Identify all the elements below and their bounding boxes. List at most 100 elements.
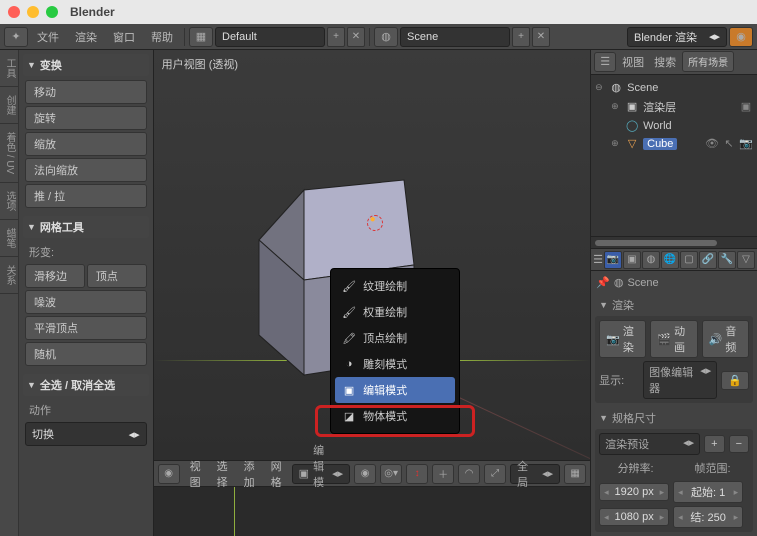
blender-logo-icon[interactable]: ◉: [729, 27, 753, 47]
rotate-button[interactable]: 旋转: [25, 106, 147, 130]
normal-scale-button[interactable]: 法向缩放: [25, 158, 147, 182]
vp-menu-select[interactable]: 选择: [211, 458, 234, 490]
render-button[interactable]: 📷渲染: [599, 320, 646, 358]
layout-dropdown[interactable]: Default: [215, 27, 325, 47]
shading-icon[interactable]: ◉: [354, 464, 376, 484]
mode-dropdown[interactable]: ▣ 编辑模式 ◂▸: [292, 464, 350, 484]
expand-icon[interactable]: ⊖: [595, 82, 605, 93]
push-pull-button[interactable]: 推 / 拉: [25, 184, 147, 208]
tab-create[interactable]: 创建: [0, 87, 19, 124]
tab-modifiers-icon[interactable]: 🔧: [718, 251, 736, 269]
pivot-icon[interactable]: ◎▾: [380, 464, 402, 484]
mode-weight-paint[interactable]: 🖌权重绘制: [335, 299, 455, 325]
restrict-render-icon[interactable]: 📷: [739, 137, 753, 151]
tab-relations[interactable]: 关系: [0, 257, 19, 294]
translate-button[interactable]: 移动: [25, 80, 147, 104]
tab-world-icon[interactable]: 🌐: [661, 251, 679, 269]
menu-render[interactable]: 渲染: [68, 29, 104, 45]
outliner-filter-dropdown[interactable]: 所有场景: [682, 51, 734, 72]
select-action-dropdown[interactable]: 切换◂▸: [25, 422, 147, 446]
panel-select-header[interactable]: ▼ 全选 / 取消全选: [23, 374, 149, 396]
display-dropdown[interactable]: 图像编辑器◂▸: [643, 361, 717, 399]
panel-dimensions-header[interactable]: ▼ 规格尺寸: [595, 407, 753, 429]
minimize-window-icon[interactable]: [27, 6, 39, 18]
manipulator-icon[interactable]: ↕: [406, 464, 428, 484]
mode-object[interactable]: ◪物体模式: [335, 403, 455, 429]
tab-constraints-icon[interactable]: 🔗: [699, 251, 717, 269]
resolution-x-field[interactable]: ◂1920 px▸: [599, 483, 669, 501]
tab-object-icon[interactable]: ▢: [680, 251, 698, 269]
scene-icon[interactable]: ◍: [374, 27, 398, 47]
random-button[interactable]: 随机: [25, 342, 147, 366]
axis-arc-icon[interactable]: ◠: [458, 464, 480, 484]
close-window-icon[interactable]: [8, 6, 20, 18]
animation-button[interactable]: 🎬动画: [650, 320, 697, 358]
editor-type-icon[interactable]: ✦: [4, 27, 28, 47]
tab-grease[interactable]: 蜡笔: [0, 220, 19, 257]
layout-icon[interactable]: ▦: [189, 27, 213, 47]
layout-add-button[interactable]: +: [327, 27, 345, 47]
outliner-editor-icon[interactable]: ☰: [594, 52, 616, 72]
resolution-y-field[interactable]: ◂1080 px▸: [599, 508, 669, 526]
zoom-window-icon[interactable]: [46, 6, 58, 18]
lock-icon[interactable]: 🔒: [721, 371, 749, 390]
pin-icon[interactable]: 📌: [596, 276, 610, 289]
smooth-vertex-button[interactable]: 平滑顶点: [25, 316, 147, 340]
menu-file[interactable]: 文件: [30, 29, 66, 45]
timeline-cursor[interactable]: [234, 487, 235, 536]
mode-edit[interactable]: ▣编辑模式: [335, 377, 455, 403]
render-layer-toggle-icon[interactable]: ▣: [739, 100, 753, 114]
outliner-scrollbar[interactable]: [591, 236, 757, 248]
tree-cube[interactable]: ⊕ ▽ Cube 👁 ↖ 📷: [595, 135, 753, 153]
preset-add-button[interactable]: +: [704, 435, 724, 453]
vp-menu-mesh[interactable]: 网格: [265, 458, 288, 490]
axis-z-icon[interactable]: ⤢: [484, 464, 506, 484]
vp-menu-add[interactable]: 添加: [238, 458, 261, 490]
expand-icon[interactable]: ⊕: [611, 138, 621, 149]
frame-start-field[interactable]: ◂起始: 1▸: [673, 481, 743, 503]
panel-render-header[interactable]: ▼ 渲染: [595, 294, 753, 316]
tab-render-icon[interactable]: 📷: [604, 251, 622, 269]
panel-meshtools-header[interactable]: ▼ 网格工具: [23, 216, 149, 238]
mode-vertex-paint[interactable]: 🖍顶点绘制: [335, 325, 455, 351]
tab-options[interactable]: 选项: [0, 183, 19, 220]
mode-texture-paint[interactable]: 🖌纹理绘制: [335, 273, 455, 299]
engine-dropdown[interactable]: Blender 渲染◂▸: [627, 27, 727, 47]
tab-data-icon[interactable]: ▽: [737, 251, 755, 269]
tab-scene-icon[interactable]: ◍: [642, 251, 660, 269]
menu-window[interactable]: 窗口: [106, 29, 142, 45]
orientation-dropdown[interactable]: 全局◂▸: [510, 464, 560, 484]
props-editor-icon[interactable]: ☰: [593, 253, 603, 266]
layout-remove-button[interactable]: ✕: [347, 27, 365, 47]
mode-sculpt[interactable]: ◑雕刻模式: [335, 351, 455, 377]
frame-end-field[interactable]: ◂结: 250▸: [673, 506, 743, 528]
panel-transform-header[interactable]: ▼ 变换: [23, 54, 149, 76]
outliner-view-menu[interactable]: 视图: [618, 54, 648, 70]
menu-help[interactable]: 帮助: [144, 29, 180, 45]
tree-renderlayers[interactable]: ⊕ ▣ 渲染层 ▣: [595, 97, 753, 117]
noise-button[interactable]: 噪波: [25, 290, 147, 314]
outliner-search-menu[interactable]: 搜索: [650, 54, 680, 70]
render-preset-dropdown[interactable]: 渲染预设◂▸: [599, 433, 700, 455]
vertex-button[interactable]: 顶点: [87, 264, 147, 288]
tab-renderlayers-icon[interactable]: ▣: [623, 251, 641, 269]
vp-menu-view[interactable]: 视图: [184, 458, 207, 490]
scene-remove-button[interactable]: ✕: [532, 27, 550, 47]
3d-viewport[interactable]: 用户视图 (透视) 🖌纹理绘制 🖌权重绘制: [154, 50, 590, 460]
editor-type-viewport-icon[interactable]: ◉: [158, 464, 180, 484]
scale-button[interactable]: 缩放: [25, 132, 147, 156]
restrict-select-icon[interactable]: ↖: [722, 137, 736, 151]
audio-button[interactable]: 🔊音频: [702, 320, 749, 358]
edge-slide-button[interactable]: 滑移边: [25, 264, 85, 288]
timeline-track[interactable]: [154, 487, 590, 536]
preset-remove-button[interactable]: −: [729, 435, 749, 453]
axis-x-icon[interactable]: ＋: [432, 464, 454, 484]
scene-dropdown[interactable]: Scene: [400, 27, 510, 47]
layers-icon[interactable]: ▦: [564, 464, 586, 484]
tree-scene[interactable]: ⊖ ◍ Scene: [595, 79, 753, 97]
tab-tools[interactable]: 工具: [0, 50, 19, 87]
restrict-view-icon[interactable]: 👁: [705, 137, 719, 151]
tab-shading[interactable]: 着色 / UV: [0, 124, 19, 183]
tree-world[interactable]: ◯ World: [595, 117, 753, 135]
scene-add-button[interactable]: +: [512, 27, 530, 47]
